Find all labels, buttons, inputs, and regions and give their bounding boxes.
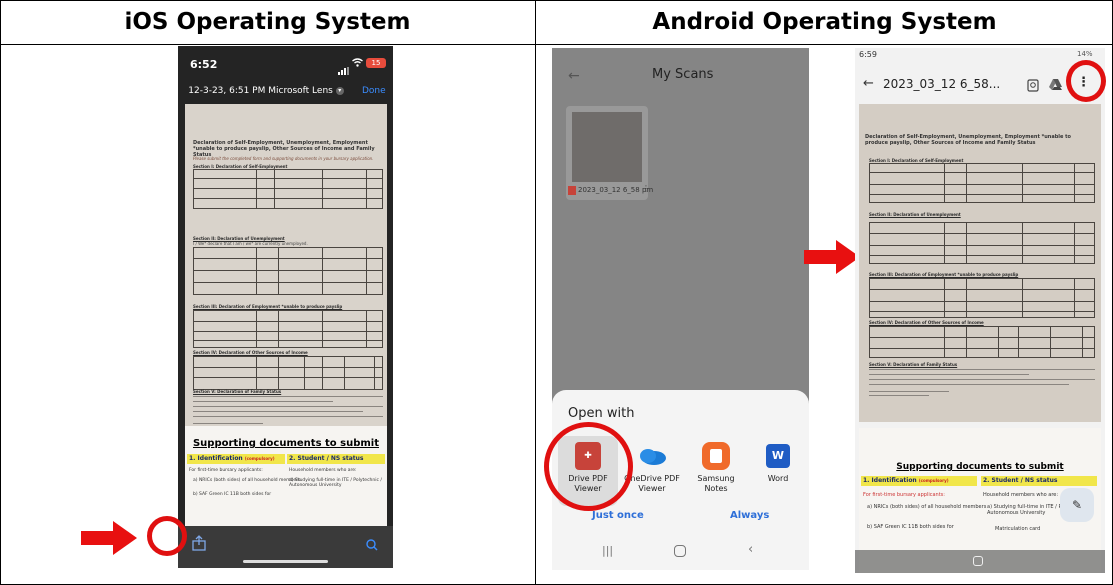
studying-item: a) Studying full-time in ITE / Polytechn… <box>289 478 382 488</box>
more-options-icon[interactable]: ⋮ <box>642 184 650 193</box>
household-members-text: Household members who are: <box>289 468 357 473</box>
home-indicator <box>243 560 328 563</box>
pdf-file-icon <box>568 186 576 195</box>
header-divider <box>0 44 1113 45</box>
ios-phone-screen: 6:52 15 12-3-23, 6:51 PM Microsoft Lens … <box>178 46 393 568</box>
supporting-docs-title: Supporting documents to submit <box>192 438 379 449</box>
android-column-header: Android Operating System <box>652 9 997 35</box>
android-nav-bar: ||| ‹ <box>552 535 809 570</box>
word-icon: W <box>766 444 790 468</box>
search-doc-icon[interactable] <box>1027 77 1039 96</box>
section-4-table <box>193 356 383 390</box>
home-icon[interactable] <box>973 556 983 566</box>
android-battery: 14% <box>1077 50 1093 58</box>
nric-item: a) NRICs (both sides) of all household m… <box>193 478 301 483</box>
app-option-samsung-notes[interactable]: Samsung Notes <box>686 436 746 506</box>
share-icon[interactable] <box>192 535 206 555</box>
ios-red-arrow <box>81 521 137 555</box>
app-label: Samsung Notes <box>697 474 735 493</box>
viewer-document-page: Declaration of Self-Employment, Unemploy… <box>859 104 1101 422</box>
section-4-heading: Section IV: Declaration of Other Sources… <box>193 350 308 355</box>
more-options-highlight-circle <box>1066 60 1106 102</box>
done-button[interactable]: Done <box>362 86 386 96</box>
android-pdf-viewer-screen: 6:59 14% ← 2023_03_12 6_58... ⋮ Declarat… <box>855 48 1105 573</box>
recents-icon[interactable]: ||| <box>602 544 613 557</box>
student-status-cell: 2. Student / NS status <box>287 454 385 464</box>
app-option-word[interactable]: W Word <box>748 436 808 506</box>
viewer-nav-bar <box>855 550 1105 573</box>
column-divider <box>535 0 536 585</box>
edit-fab[interactable]: ✎ <box>1060 488 1094 522</box>
search-icon[interactable] <box>366 536 378 555</box>
my-scans-title: My Scans <box>652 67 714 82</box>
document-subtitle: Please submit the completed form and sup… <box>193 156 374 161</box>
viewer-back-icon[interactable]: ← <box>863 76 874 91</box>
ios-bottom-toolbar <box>178 526 393 568</box>
battery-indicator: 15 <box>366 58 386 68</box>
identification-cell: 1. Identification (compulsory) <box>187 454 285 464</box>
supporting-documents-page: Supporting documents to submit 1. Identi… <box>185 426 387 526</box>
ios-column-header: iOS Operating System <box>124 9 411 35</box>
ios-file-title[interactable]: 12-3-23, 6:51 PM Microsoft Lens ▾ <box>186 86 346 96</box>
home-icon[interactable] <box>674 545 686 557</box>
scanned-document-page: Declaration of Self-Employment, Unemploy… <box>185 104 387 464</box>
onedrive-icon <box>638 446 666 470</box>
ios-share-highlight-circle <box>147 516 187 556</box>
drive-add-icon[interactable] <box>1048 76 1063 95</box>
open-with-title: Open with <box>568 406 635 421</box>
ios-status-time: 6:52 <box>190 58 218 71</box>
unemployed-statement: I / We* declare that I am / we* are curr… <box>193 241 308 246</box>
chevron-down-icon: ▾ <box>335 86 344 95</box>
drive-pdf-highlight-circle <box>544 422 633 511</box>
app-label: Word <box>767 474 789 483</box>
viewer-file-title: 2023_03_12 6_58... <box>883 77 1001 91</box>
android-status-time: 6:59 <box>859 50 877 59</box>
first-time-applicants-text: For first-time bursary applicants: <box>189 468 263 473</box>
android-red-arrow <box>804 240 860 274</box>
section-5-heading: Section V: Declaration of Family Status <box>193 389 282 394</box>
saf-item: b) SAF Green IC 11B both sides for <box>193 492 272 497</box>
always-button[interactable]: Always <box>730 510 769 521</box>
section-2-table <box>193 247 383 295</box>
just-once-button[interactable]: Just once <box>592 510 644 521</box>
section-3-heading: Section III: Declaration of Employment *… <box>193 304 343 309</box>
wifi-icon <box>352 58 363 70</box>
signal-icon <box>338 60 349 79</box>
back-arrow-icon[interactable]: ← <box>568 68 580 84</box>
back-icon[interactable]: ‹ <box>748 542 753 557</box>
battery-level: 15 <box>371 59 381 67</box>
section-1-table <box>193 169 383 209</box>
section-3-table <box>193 310 383 348</box>
samsung-notes-icon <box>702 442 730 470</box>
scan-thumbnail[interactable]: 2023_03_12 6_58 pm ⋮ <box>566 106 653 200</box>
